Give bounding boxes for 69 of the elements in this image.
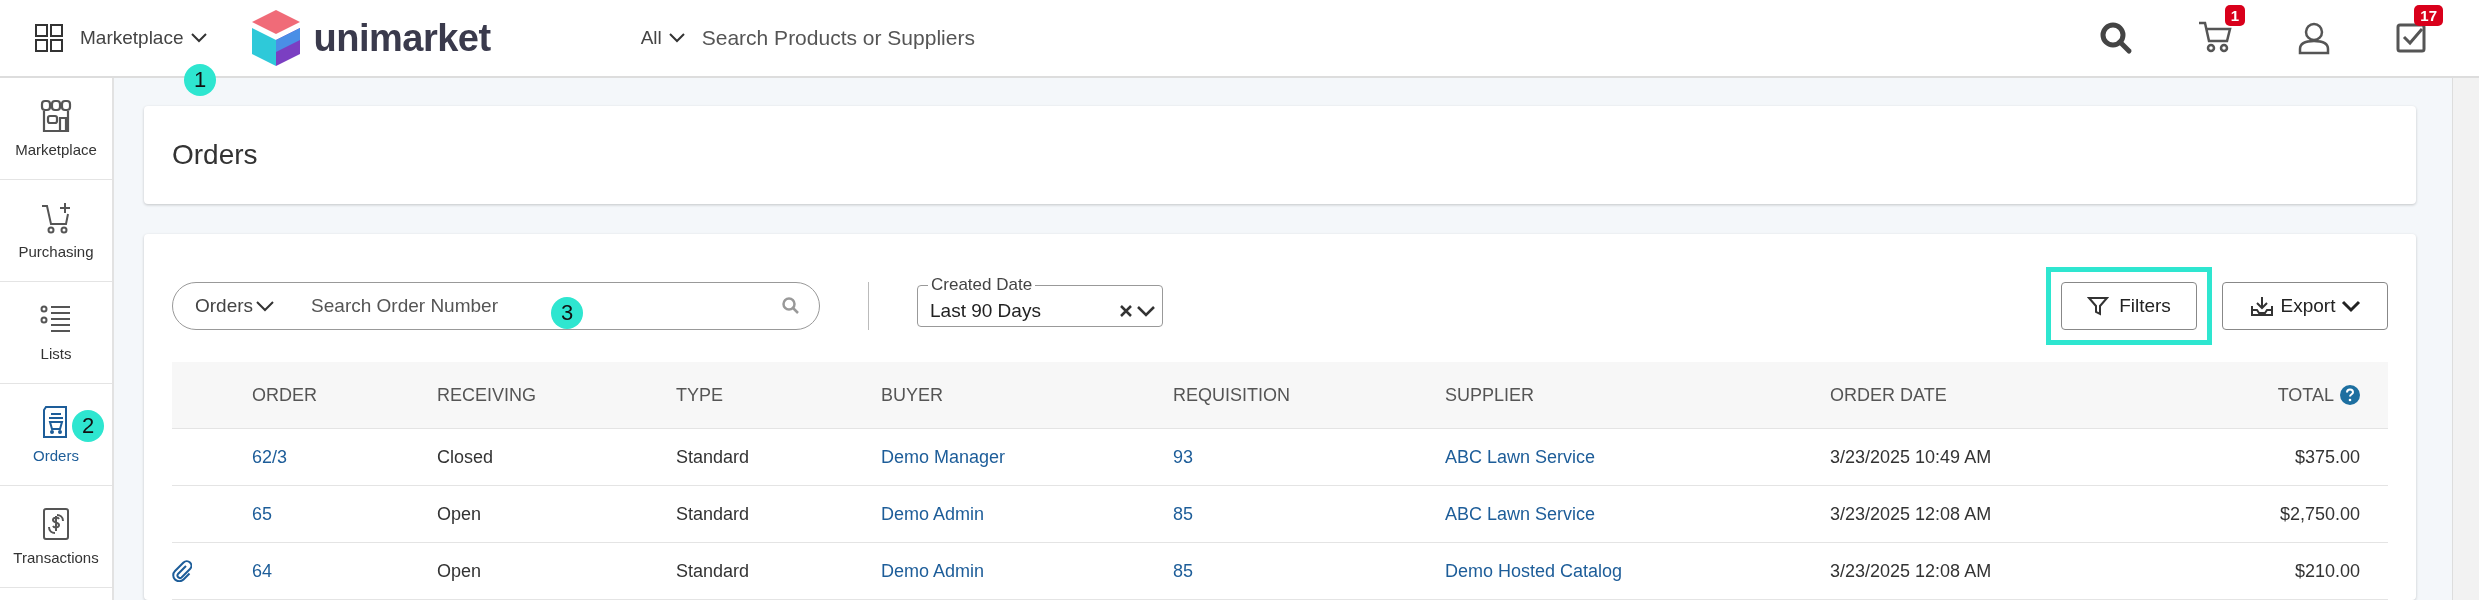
table-link[interactable]: 93 (1173, 446, 1445, 468)
search-icon[interactable] (2099, 21, 2133, 55)
cart-count-badge: 1 (2224, 5, 2245, 26)
callout-marker: 2 (72, 410, 104, 442)
cart-plus-icon (39, 201, 73, 235)
tasks-count-badge: 17 (2414, 5, 2443, 26)
chevron-down-icon (255, 300, 276, 312)
grid-menu-icon[interactable] (34, 23, 64, 53)
table-cell-text: 3/23/2025 12:08 AM (1830, 503, 1993, 525)
column-header: BUYER (881, 384, 944, 406)
chevron-down-icon (1136, 303, 1156, 318)
sidebar-item[interactable]: Marketplace (0, 78, 112, 180)
cart-icon[interactable] (2197, 19, 2233, 53)
table-cell-text: Open (437, 560, 483, 582)
clear-icon[interactable] (1118, 302, 1134, 319)
table-cell-text: Closed (437, 446, 495, 468)
marketplace-menu-button[interactable]: Marketplace (80, 27, 208, 49)
paperclip-icon[interactable] (172, 560, 192, 582)
table-cell-text: $2,750.00 (2279, 503, 2361, 525)
table-cell-text: 3/23/2025 10:49 AM (1830, 446, 1993, 468)
table-link[interactable]: ABC Lawn Service (1445, 503, 1830, 525)
table-row[interactable]: 64 Open Standard Demo Admin 85 Demo Hosted Catalog 3/23/2025 12:08 AM $210.00 (172, 543, 2388, 600)
table-cell-text: Standard (676, 446, 751, 468)
help-icon[interactable] (2340, 385, 2360, 405)
sidebar-item[interactable]: Transactions (0, 486, 112, 588)
table-link[interactable]: 85 (1173, 560, 1445, 582)
brand-name: unimarket (313, 16, 491, 60)
chevron-down-icon (189, 32, 208, 44)
table-cell-text: $210.00 (2294, 560, 2361, 582)
funnel-icon (2087, 295, 2110, 317)
column-header: TYPE (676, 384, 724, 406)
column-header: REQUISITION (1173, 384, 1291, 406)
table-cell-text: Standard (676, 560, 751, 582)
callout-marker: 3 (551, 297, 583, 329)
chevron-down-icon (2341, 299, 2362, 313)
table-cell-text: $375.00 (2294, 446, 2361, 468)
column-header: ORDER DATE (1830, 384, 1948, 406)
column-header: TOTAL (2277, 384, 2388, 406)
download-tray-icon (2248, 295, 2275, 317)
page-title: Orders (172, 139, 258, 171)
table-row[interactable]: 65 Open Standard Demo Admin 85 ABC Lawn Service 3/23/2025 12:08 AM $2,750.00 (172, 486, 2388, 543)
sidebar-item[interactable]: Purchasing (0, 180, 112, 282)
created-date-dropdown[interactable]: Created Date Last 90 Days (917, 275, 1163, 327)
table-cell-text: 3/23/2025 12:08 AM (1830, 560, 1993, 582)
table-link[interactable]: 85 (1173, 503, 1445, 525)
table-link[interactable]: 62/3 (252, 446, 437, 468)
callout-marker: 1 (184, 64, 216, 96)
table-link[interactable]: ABC Lawn Service (1445, 446, 1830, 468)
scrollbar[interactable] (2452, 78, 2479, 600)
table-link[interactable]: Demo Manager (881, 446, 1173, 468)
chevron-down-icon (667, 32, 686, 44)
table-link[interactable]: 65 (252, 503, 437, 525)
column-header: SUPPLIER (1445, 384, 1536, 406)
column-header: ORDER (252, 384, 318, 406)
table-link[interactable]: Demo Admin (881, 503, 1173, 525)
table-link[interactable]: 64 (252, 560, 437, 582)
filters-button[interactable]: Filters (2061, 282, 2197, 330)
table-link[interactable]: Demo Hosted Catalog (1445, 560, 1830, 582)
export-button[interactable]: Export (2222, 282, 2388, 330)
storefront-icon (39, 99, 73, 133)
user-icon[interactable] (2297, 21, 2331, 55)
table-link[interactable]: Demo Admin (881, 560, 1173, 582)
table-cell-text: Standard (676, 503, 751, 525)
search-type-dropdown[interactable]: Orders (195, 295, 276, 317)
table-cell-text: Open (437, 503, 483, 525)
table-row[interactable]: 62/3 Closed Standard Demo Manager 93 ABC Lawn Service 3/23/2025 10:49 AM $375.00 (172, 429, 2388, 486)
sidebar-item[interactable]: Lists (0, 282, 112, 384)
search-scope-dropdown[interactable]: All (640, 27, 686, 49)
column-header: RECEIVING (437, 384, 538, 406)
